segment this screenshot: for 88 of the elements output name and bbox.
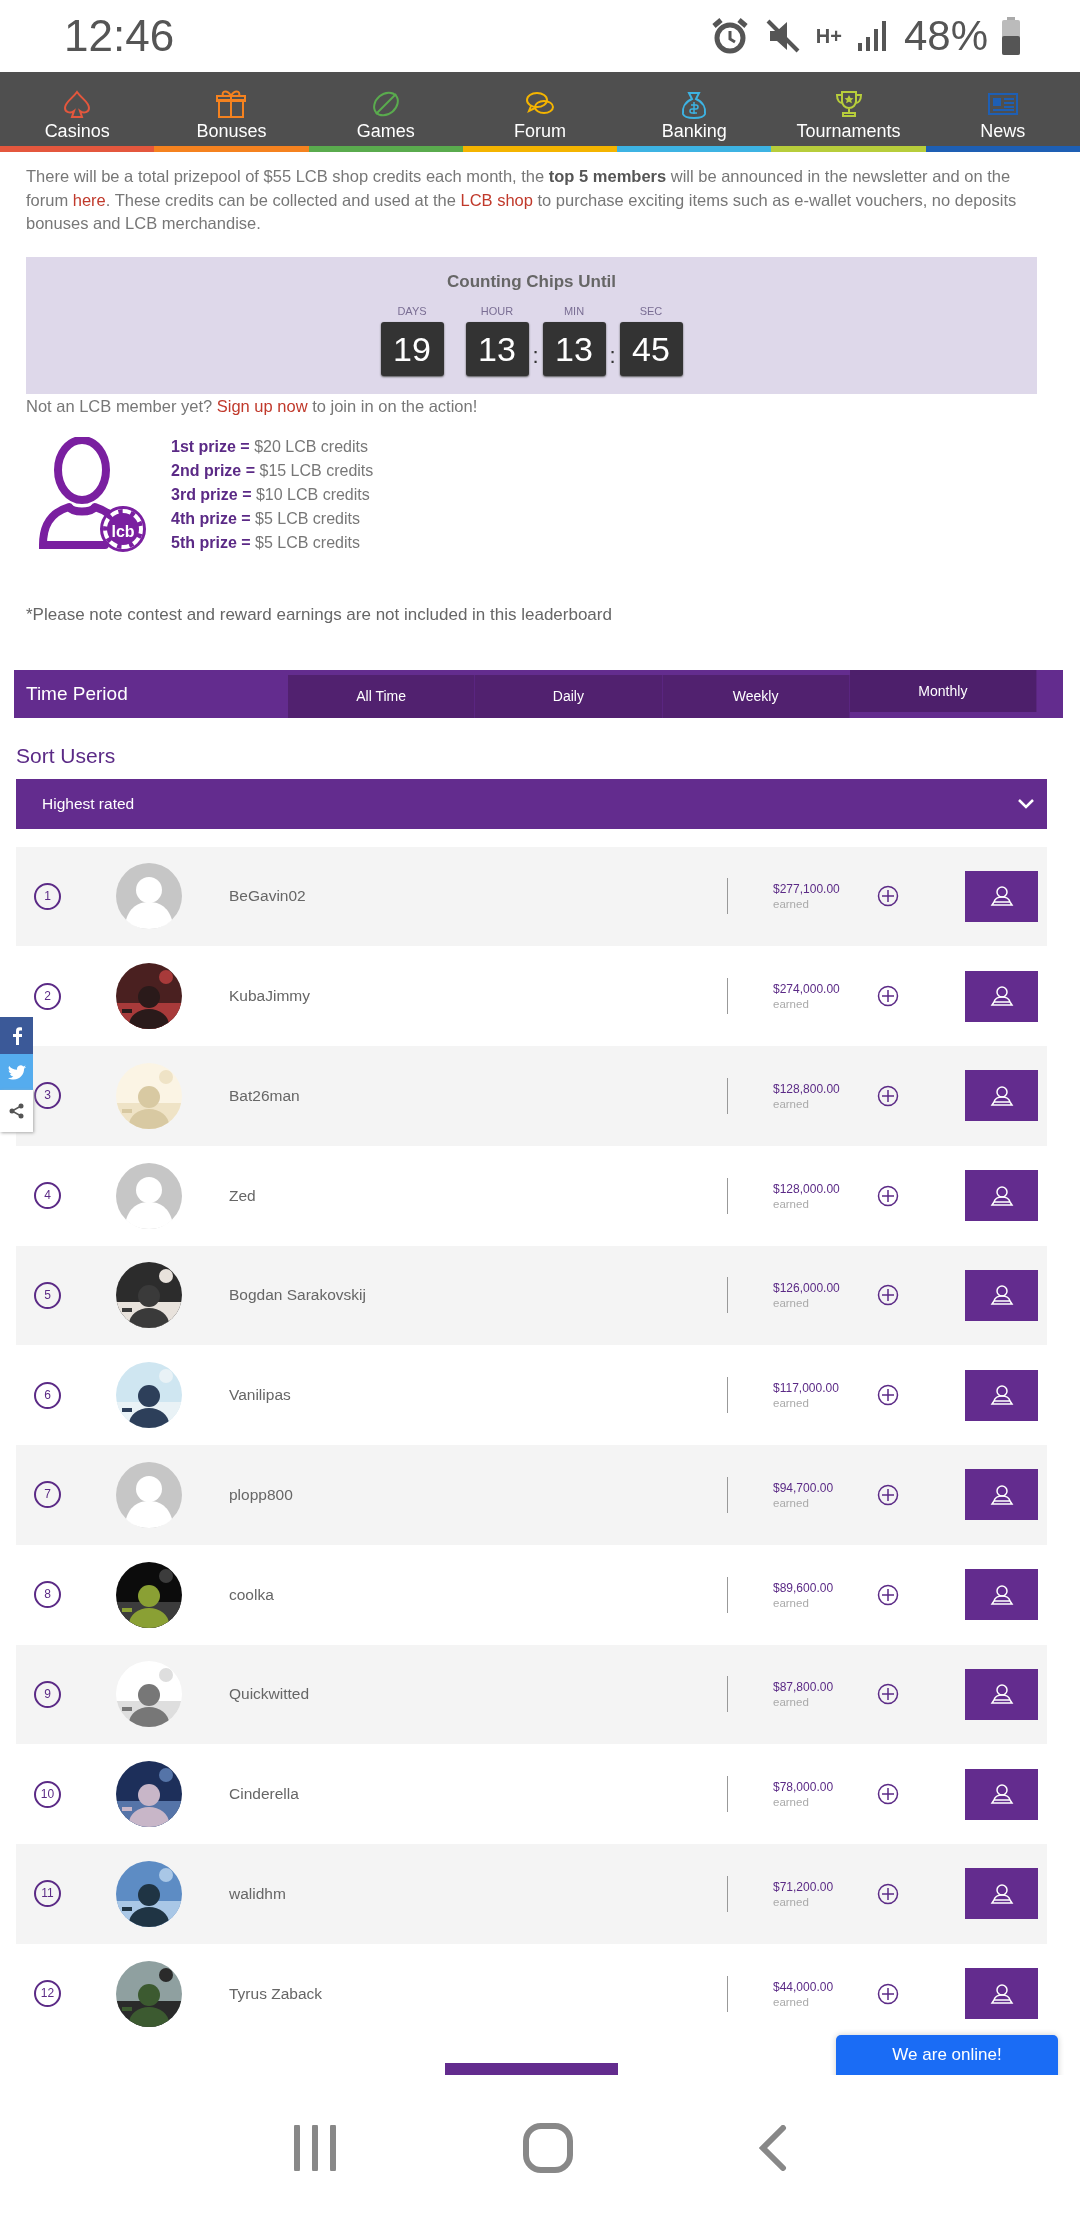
tab[interactable]: All Time (288, 674, 476, 718)
user-name: KubaJimmy (229, 987, 311, 1006)
chat-button[interactable]: We are online! (836, 2035, 1058, 2075)
earned-amount: $87,800.00 (773, 1680, 835, 1695)
countdown-digits: 19 (380, 321, 444, 376)
sort-dropdown[interactable]: Highest rated (16, 778, 1047, 829)
separator: : (608, 341, 617, 370)
earned-amount: $117,000.00 (773, 1381, 840, 1396)
earned-amount: $71,200.00 (773, 1879, 835, 1894)
nav-item[interactable]: Games (308, 72, 463, 146)
prize-line: 1st prize = $20 LCB credits (171, 436, 369, 457)
rank-number: 4 (34, 1182, 61, 1210)
countdown-digits: 13 (542, 321, 606, 376)
prize-line: 2nd prize = $15 LCB credits (171, 460, 374, 481)
earned-amount: $274,000.00 (773, 982, 841, 997)
signup-text: Not an LCB member yet? Sign up now to join in on the action! (26, 395, 479, 417)
earned-amount: $126,000.00 (773, 1281, 841, 1296)
rank-number: 6 (34, 1381, 61, 1409)
rank-number: 2 (34, 982, 61, 1010)
battery-level: 48% (903, 12, 988, 60)
prize-line: 5th prize = $5 LCB credits (171, 533, 361, 554)
user-name: plopp800 (229, 1485, 294, 1504)
user-name: Vanilipas (229, 1386, 292, 1405)
tab[interactable]: Weekly (662, 674, 850, 718)
user-name: BeGavin02 (229, 887, 307, 906)
nav-item[interactable]: Bonuses (154, 72, 309, 146)
earned-amount: $94,700.00 (773, 1480, 835, 1495)
countdown-digits: 13 (465, 321, 529, 376)
unit-label: MIN (563, 303, 585, 318)
clock-time: 12:46 (64, 11, 176, 61)
earned-amount: $44,000.00 (773, 1979, 835, 1994)
rank-number: 1 (34, 882, 61, 910)
unit-label: HOUR (480, 303, 514, 318)
link[interactable]: LCB shop (460, 190, 533, 209)
countdown-title: Counting Chips Until (447, 270, 616, 293)
user-name: Cinderella (229, 1785, 300, 1804)
user-name: Bogdan Sarakovskij (229, 1286, 367, 1305)
rank-number: 9 (34, 1680, 61, 1708)
earned-amount: $128,000.00 (773, 1181, 841, 1196)
amount-caption: earned (773, 1596, 810, 1609)
earned-amount: $78,000.00 (773, 1780, 835, 1795)
amount-caption: earned (773, 1895, 810, 1908)
unit-label: DAYS (397, 303, 427, 318)
countdown-digits: 45 (619, 321, 683, 376)
nav-item[interactable]: News (925, 72, 1080, 146)
prize-line: 4th prize = $5 LCB credits (171, 509, 361, 530)
amount-caption: earned (773, 1796, 810, 1809)
amount-caption: earned (773, 1995, 810, 2008)
nav-item[interactable]: Casinos (0, 72, 155, 146)
amount-caption: earned (773, 1197, 810, 1210)
earned-amount: $128,800.00 (773, 1081, 841, 1096)
rank-number: 10 (34, 1780, 61, 1808)
amount-caption: earned (773, 1696, 810, 1709)
user-name: Bat26man (229, 1086, 301, 1105)
section-title: Sort Users (16, 742, 117, 769)
user-name: coolka (229, 1585, 275, 1604)
amount-caption: earned (773, 1496, 810, 1509)
nav-item[interactable]: Forum (462, 72, 618, 146)
amount-caption: earned (773, 898, 810, 911)
user-name: Quickwitted (229, 1685, 311, 1704)
separator: : (531, 341, 540, 370)
amount-caption: earned (773, 998, 810, 1011)
nav-item[interactable]: Tournaments (771, 72, 926, 146)
chip-badge: lcb (103, 508, 143, 549)
earned-amount: $277,100.00 (773, 882, 841, 897)
tab[interactable]: Monthly (849, 669, 1037, 712)
rank-number: 12 (34, 1980, 61, 2008)
note-text: *Please note contest and reward earnings are not included in this leaderboard (26, 603, 613, 626)
network-type: H+ (815, 27, 842, 45)
link[interactable]: Sign up now (216, 396, 308, 415)
user-name: walidhm (229, 1884, 287, 1903)
unit-label: SEC (639, 303, 663, 318)
prize-line: 3rd prize = $10 LCB credits (171, 484, 371, 505)
user-name: Zed (229, 1186, 257, 1205)
rank-number: 11 (34, 1880, 61, 1908)
earned-amount: $89,600.00 (773, 1580, 835, 1595)
rank-number: 5 (34, 1281, 61, 1309)
user-name: Tyrus Zaback (229, 1984, 324, 2003)
paragraph: There will be a total prizepool of $55 LCB shop credits each month, the top 5 members will be announced in the newsletter and on the forum here. These credits can be collected and used at the LCB shop to purchase exciting items such as e-wallet vouchers, no deposits bonuses and LCB merchandise. (26, 166, 1018, 234)
amount-caption: earned (773, 1097, 810, 1110)
tab[interactable]: Daily (475, 674, 663, 718)
rank-number: 8 (34, 1581, 61, 1609)
amount-caption: earned (773, 1397, 810, 1410)
link[interactable]: here (72, 190, 106, 209)
amount-caption: earned (773, 1297, 810, 1310)
rank-number: 7 (34, 1481, 61, 1509)
nav-item[interactable]: Banking (617, 72, 772, 146)
section-label: Time Period (25, 681, 129, 706)
